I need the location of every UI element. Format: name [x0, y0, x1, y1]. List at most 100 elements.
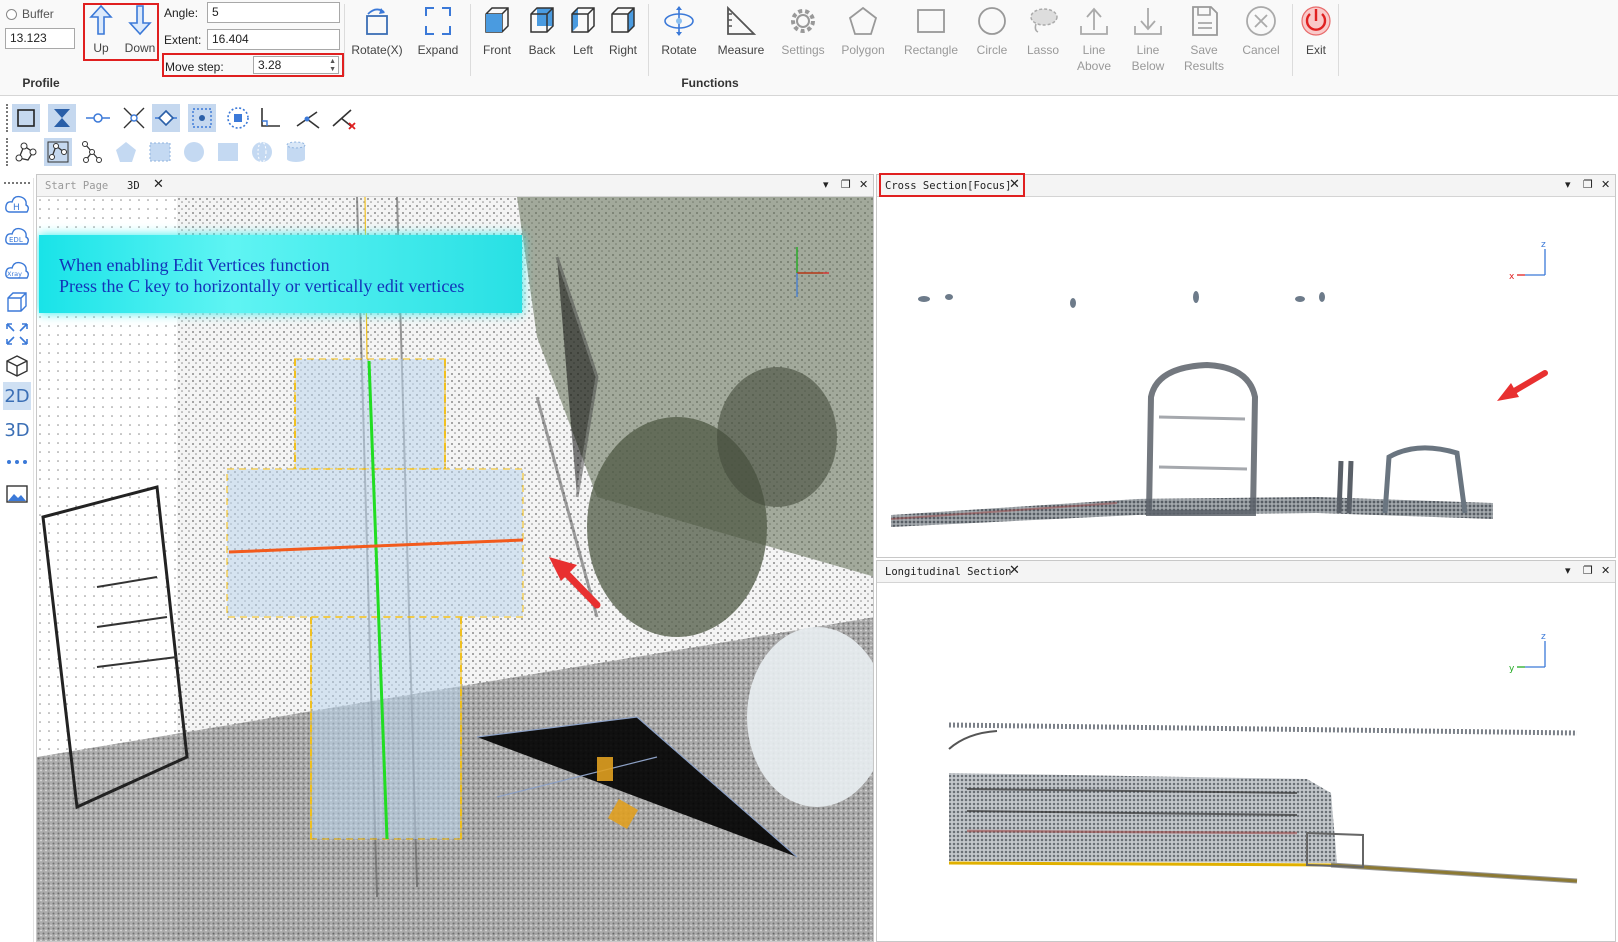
- cross-vertex-tool[interactable]: [120, 104, 148, 132]
- power-icon: [1301, 6, 1331, 36]
- dropdown-icon[interactable]: ▾: [823, 178, 829, 191]
- down-button[interactable]: Down: [121, 4, 159, 74]
- more-button[interactable]: [3, 448, 31, 476]
- close-icon[interactable]: ✕: [859, 178, 868, 191]
- buffer-input[interactable]: 13.123: [5, 28, 75, 49]
- close-icon[interactable]: ✕: [1009, 177, 1020, 192]
- tab-longitudinal-section[interactable]: Longitudinal Section: [881, 564, 1015, 582]
- node-branch-tool[interactable]: [78, 138, 106, 166]
- divider: [1338, 4, 1339, 76]
- back-view-button[interactable]: Back: [520, 4, 564, 74]
- rotate-label: Rotate: [661, 43, 697, 57]
- close-icon[interactable]: ✕: [1601, 564, 1610, 577]
- cross-section-panel: Cross Section[Focus] ✕ ▾ ❐ ✕ x z: [876, 173, 1616, 558]
- hourglass-tool[interactable]: [48, 104, 76, 132]
- add-vertex-tool[interactable]: [84, 104, 112, 132]
- z-axis-label: z: [1541, 632, 1546, 642]
- tab-start-page[interactable]: Start Page: [41, 178, 112, 196]
- polygon-select-tool[interactable]: [112, 138, 140, 166]
- grip-handle[interactable]: [4, 182, 30, 184]
- cloud-xray-button[interactable]: Xray: [3, 256, 31, 284]
- right-angle-tool[interactable]: [256, 104, 284, 132]
- cross-section-viewport[interactable]: x z: [877, 197, 1615, 557]
- box-view-button[interactable]: [3, 288, 31, 316]
- sphere-select-tool[interactable]: [248, 138, 276, 166]
- exit-button[interactable]: Exit: [1296, 4, 1336, 74]
- image-view-button[interactable]: [3, 480, 31, 508]
- cancel-label: Cancel: [1242, 43, 1280, 57]
- selection-toolbar: [0, 134, 1618, 168]
- rotate-x-button[interactable]: Rotate(X): [346, 4, 408, 74]
- move-step-stepper[interactable]: 3.28 ▲ ▼: [253, 56, 339, 74]
- more-dots-icon: [7, 460, 27, 464]
- cylinder-select-tool[interactable]: [282, 138, 310, 166]
- restore-icon[interactable]: ❐: [1583, 178, 1593, 191]
- up-button[interactable]: Up: [83, 4, 119, 74]
- circle-select-tool[interactable]: [180, 138, 208, 166]
- left-view-button[interactable]: Left: [564, 4, 602, 74]
- polygon-button[interactable]: Polygon: [834, 4, 892, 74]
- node-graph-tool[interactable]: [12, 138, 40, 166]
- save-results-button[interactable]: Save Results: [1176, 4, 1232, 74]
- extent-input[interactable]: 16.404: [207, 29, 340, 50]
- rect-select-tool[interactable]: [146, 138, 174, 166]
- select-box-tool[interactable]: [12, 104, 40, 132]
- edit-vertices-tool[interactable]: [152, 104, 180, 132]
- node-select-tool[interactable]: [44, 138, 72, 166]
- cube-left-icon: [571, 7, 595, 33]
- fit-view-button[interactable]: [3, 320, 31, 348]
- tab-cross-section[interactable]: Cross Section[Focus]: [881, 178, 1015, 196]
- settings-label: Settings: [781, 43, 825, 57]
- dropdown-icon[interactable]: ▾: [1565, 178, 1571, 191]
- polygon-select-icon: [116, 142, 136, 162]
- move-vertices-tool[interactable]: [188, 104, 216, 132]
- rectangle-button[interactable]: Rectangle: [896, 4, 966, 74]
- lasso-button[interactable]: Lasso: [1018, 4, 1068, 74]
- up-label: Up: [93, 41, 109, 55]
- close-icon[interactable]: ✕: [1009, 563, 1020, 578]
- right-view-button[interactable]: Right: [602, 4, 644, 74]
- restore-icon[interactable]: ❐: [1583, 564, 1593, 577]
- lasso-icon: [1030, 8, 1058, 33]
- settings-button[interactable]: Settings: [774, 4, 832, 74]
- grip-handle[interactable]: [6, 138, 8, 166]
- front-view-button[interactable]: Front: [474, 4, 520, 74]
- dropdown-icon[interactable]: ▾: [1565, 564, 1571, 577]
- line-below-button[interactable]: Line Below: [1120, 4, 1176, 74]
- 2d-view-button[interactable]: 2D: [3, 382, 31, 410]
- cancel-button[interactable]: Cancel: [1232, 4, 1290, 74]
- down-label: Down: [124, 41, 156, 55]
- rotate-button[interactable]: Rotate: [650, 4, 708, 74]
- line-above-button[interactable]: Line Above: [1066, 4, 1122, 74]
- buffer-radio[interactable]: Buffer: [6, 7, 54, 21]
- close-icon[interactable]: ✕: [153, 177, 164, 192]
- circle-button[interactable]: Circle: [966, 4, 1018, 74]
- cube-front-icon: [485, 7, 509, 33]
- iso-view-button[interactable]: [3, 352, 31, 380]
- extent-label: Extent:: [164, 33, 202, 47]
- square-select-tool[interactable]: [214, 138, 242, 166]
- cloud-h-button[interactable]: H: [3, 190, 31, 218]
- spin-arrows-icon[interactable]: ▲ ▼: [329, 58, 336, 74]
- edit-toolbar: [0, 100, 1618, 134]
- grip-handle[interactable]: [6, 104, 8, 132]
- restore-icon[interactable]: ❐: [841, 178, 851, 191]
- close-icon[interactable]: ✕: [1601, 178, 1610, 191]
- rectangle-label: Rectangle: [903, 43, 959, 57]
- cross-vertex-icon: [123, 107, 145, 129]
- tab-3d[interactable]: 3D: [123, 178, 144, 196]
- point-cloud-viewport[interactable]: When enabling Edit Vertices function Pre…: [37, 197, 873, 941]
- cluster-tool[interactable]: [224, 104, 252, 132]
- left-toolbar: H EDL Xray 2D 3D: [0, 178, 34, 942]
- node-branch-icon: [82, 141, 102, 163]
- gear-icon: [791, 9, 815, 33]
- longitudinal-section-viewport[interactable]: y z: [877, 583, 1615, 941]
- measure-button[interactable]: Measure: [708, 4, 774, 74]
- delete-vertex-tool[interactable]: [330, 104, 358, 132]
- cloud-edl-button[interactable]: EDL: [3, 222, 31, 250]
- rectangle-icon: [917, 9, 945, 33]
- expand-button[interactable]: Expand: [410, 4, 466, 74]
- angle-input[interactable]: 5: [207, 2, 340, 23]
- 3d-view-button[interactable]: 3D: [3, 416, 31, 444]
- angle-line-tool[interactable]: [294, 104, 322, 132]
